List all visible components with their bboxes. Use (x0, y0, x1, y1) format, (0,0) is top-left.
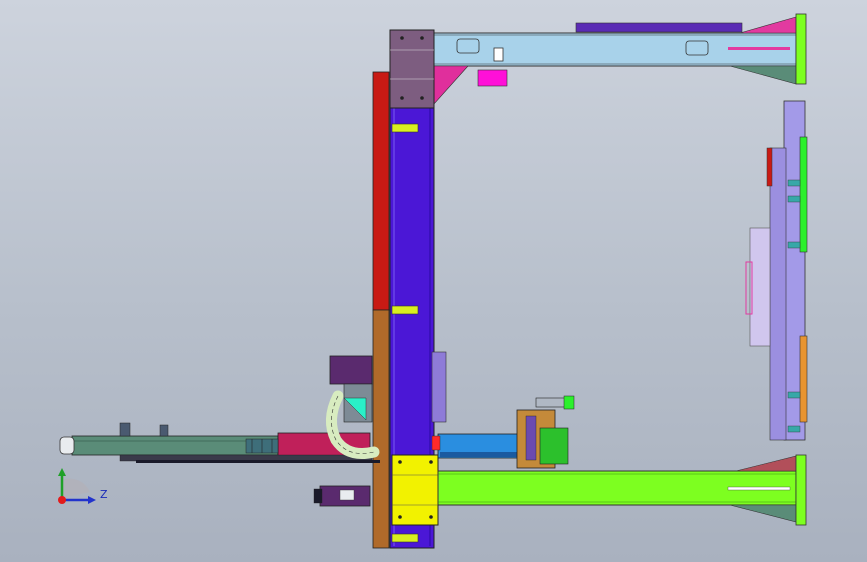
arm-mount-block (119, 422, 131, 437)
arm-mount-block-2 (159, 424, 169, 437)
right-frame-orange-strip (799, 335, 808, 423)
column-bracket-middle (391, 305, 419, 315)
bottom-beam[interactable] (437, 454, 807, 526)
arm-bottom-rail (136, 460, 380, 463)
magenta-block[interactable] (477, 69, 508, 87)
top-beam-rail (575, 22, 743, 33)
vertical-rail[interactable] (372, 71, 390, 549)
cad-viewport[interactable]: Z (0, 0, 867, 562)
right-frame-green-strip (799, 136, 808, 253)
bottom-beam-end-plate (795, 454, 807, 526)
gripper-assembly[interactable] (431, 395, 575, 469)
right-frame-window (749, 227, 771, 347)
lower-motor[interactable] (313, 485, 371, 507)
column-bracket-upper (391, 123, 419, 133)
top-beam-gusset (433, 65, 469, 105)
right-frame-red-block (766, 147, 773, 187)
top-beam-clamp (493, 47, 504, 62)
column-bracket-lower (391, 533, 419, 543)
lower-motor-label (339, 489, 355, 501)
motor-body[interactable] (329, 355, 373, 385)
gripper-sensor (525, 415, 537, 461)
right-frame-inner-plate (769, 147, 787, 441)
gripper-arm-underbar (440, 452, 530, 457)
z-axis-label: Z (100, 488, 108, 501)
brown-rail[interactable] (372, 309, 390, 549)
gripper-rod-tip (563, 395, 575, 410)
yellow-carriage[interactable] (391, 454, 439, 526)
red-rail[interactable] (372, 71, 390, 311)
top-beam-slot-right (685, 40, 709, 56)
column-top-plate[interactable] (389, 29, 435, 109)
top-beam-end-gusset-lower (729, 65, 797, 85)
top-beam-slot-left (456, 38, 480, 54)
top-beam-end-gusset-upper (739, 16, 797, 34)
bottom-beam-groove (727, 486, 791, 491)
lower-motor-flange (313, 488, 323, 504)
coordinate-axis-triad-icon: Z (58, 468, 108, 504)
column-side-plate (431, 351, 447, 423)
top-beam[interactable] (433, 13, 807, 105)
gripper-red-tab (431, 435, 441, 451)
carriage-block[interactable] (391, 454, 439, 526)
bottom-beam-gusset-lower (729, 504, 797, 523)
top-beam-end-plate (795, 13, 807, 85)
gripper-plate (539, 427, 569, 465)
bottom-beam-gusset-upper (735, 455, 797, 472)
assembly-drawing[interactable] (0, 0, 867, 562)
right-frame[interactable] (745, 100, 808, 441)
arm-end-cap (59, 436, 75, 455)
top-beam-groove (728, 47, 790, 50)
